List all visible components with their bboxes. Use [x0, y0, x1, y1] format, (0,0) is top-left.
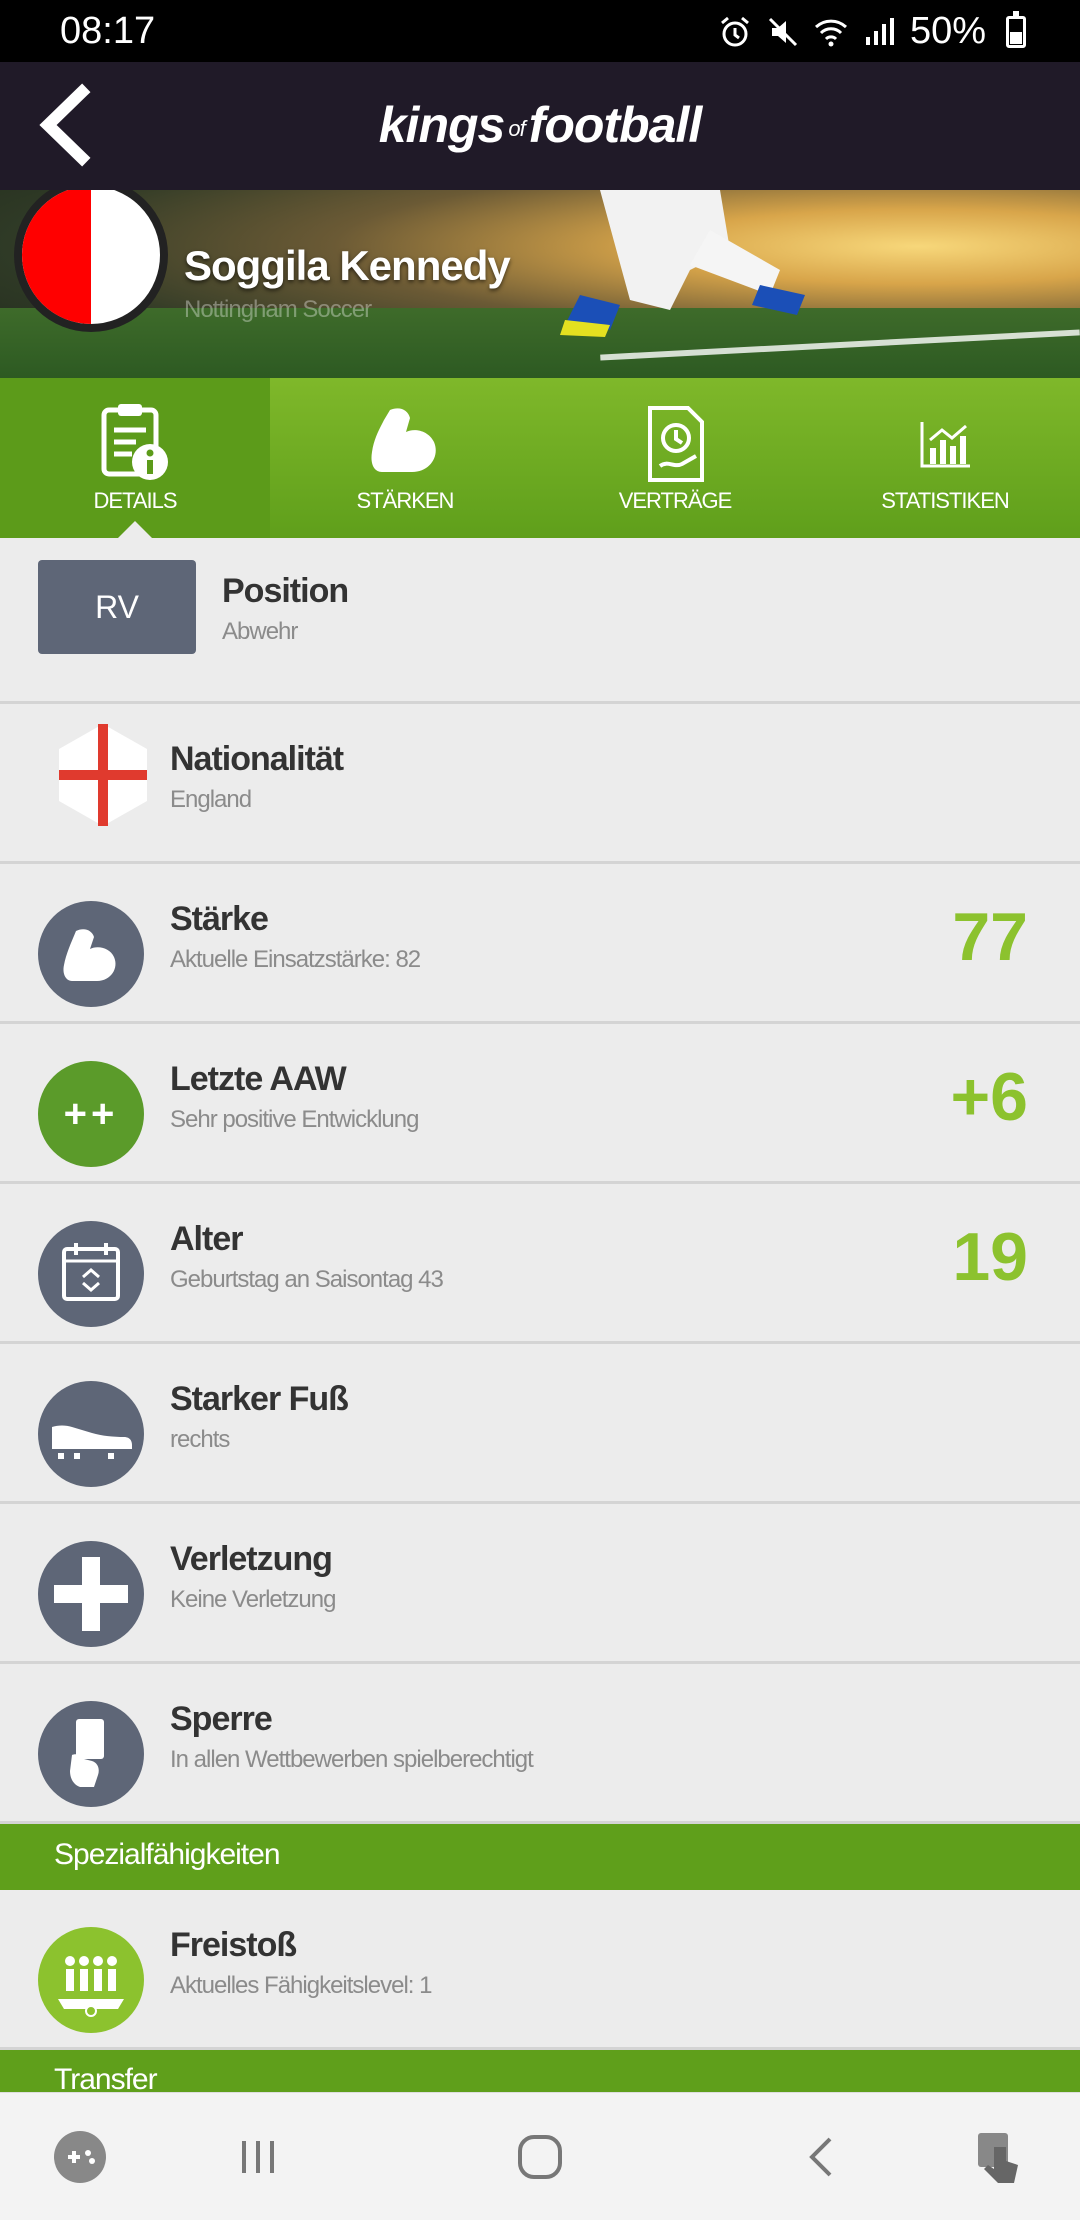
position-sub: Abwehr: [222, 618, 298, 645]
row-suspension: Sperre In allen Wettbewerben spielberech…: [0, 1664, 1080, 1824]
tab-statistiken[interactable]: STATISTIKEN: [810, 378, 1080, 538]
status-icons: 50%: [718, 10, 1026, 53]
position-title: Position: [222, 572, 349, 610]
age-sub: Geburtstag an Saisontag 43: [170, 1266, 444, 1293]
aaw-circle: ++: [38, 1061, 144, 1167]
tab-bar: DETAILS STÄRKEN VERTRÄGE STATISTIKEN: [0, 378, 1080, 538]
age-value: 19: [952, 1219, 1028, 1295]
system-nav-bar: [0, 2092, 1080, 2220]
injury-sub: Keine Verletzung: [170, 1586, 336, 1613]
suspension-title: Sperre: [170, 1700, 273, 1738]
row-skill-freistoss: Freistoß Aktuelles Fähigkeitslevel: 1: [0, 1890, 1080, 2050]
row-age: Alter Geburtstag an Saisontag 43 19: [0, 1184, 1080, 1344]
age-circle: [38, 1221, 144, 1327]
tab-staerken[interactable]: STÄRKEN: [270, 378, 540, 538]
gamepad-icon: [54, 2131, 106, 2183]
status-time: 08:17: [60, 10, 156, 52]
plus-plus-icon: ++: [63, 1091, 119, 1136]
tab-staerken-label: STÄRKEN: [356, 488, 455, 513]
strength-value: 77: [952, 899, 1028, 975]
home-button[interactable]: [510, 2127, 570, 2187]
app-logo: kings offootball: [378, 97, 702, 153]
player-photo: [560, 190, 805, 337]
foot-sub: rechts: [170, 1426, 230, 1453]
details-icon: [101, 404, 168, 480]
tab-statistiken-label: STATISTIKEN: [881, 488, 1010, 513]
england-flag-icon: [59, 724, 147, 826]
nationality-title: Nationalität: [170, 740, 344, 778]
tab-vertraege[interactable]: VERTRÄGE: [540, 378, 810, 538]
recent-apps-icon: [242, 2141, 274, 2173]
age-title: Alter: [170, 1220, 243, 1258]
row-position: RV Position Abwehr: [0, 538, 1080, 704]
position-badge: RV: [38, 560, 196, 654]
back-icon: [809, 2137, 832, 2177]
calendar-icon: [62, 1243, 120, 1301]
transfer-header: Transfer: [0, 2050, 1080, 2096]
strength-circle: [38, 901, 144, 1007]
foot-title: Starker Fuß: [170, 1380, 349, 1418]
aaw-title: Letzte AAW: [170, 1060, 347, 1098]
boot-icon: [52, 1425, 132, 1459]
contract-icon: [648, 406, 704, 482]
row-nationality: Nationalität England: [0, 704, 1080, 864]
row-strength: Stärke Aktuelle Einsatzstärke: 82 77: [0, 864, 1080, 1024]
tab-vertraege-label: VERTRÄGE: [618, 488, 733, 513]
wifi-icon: [814, 19, 847, 46]
injury-title: Verletzung: [170, 1540, 333, 1578]
status-bar: 08:17 50%: [0, 0, 1080, 62]
row-strong-foot: Starker Fuß rechts: [0, 1344, 1080, 1504]
tab-details-label: DETAILS: [93, 488, 177, 513]
row-injury: Verletzung Keine Verletzung: [0, 1504, 1080, 1664]
medical-cross-icon: [54, 1557, 128, 1631]
strength-title: Stärke: [170, 900, 269, 938]
skill-sub: Aktuelles Fähigkeitslevel: 1: [170, 1972, 432, 1999]
game-launcher-button[interactable]: [50, 2127, 110, 2187]
card-hand-icon: [70, 1719, 104, 1787]
suspension-sub: In allen Wettbewerben spielberechtigt: [170, 1746, 534, 1773]
nationality-sub: England: [170, 786, 252, 813]
special-skills-header: Spezialfähigkeiten: [0, 1824, 1080, 1890]
player-details-list: RV Position Abwehr Nationalität England …: [0, 538, 1080, 2096]
touch-icon: [978, 2133, 1018, 2183]
battery-icon: [1006, 10, 1026, 48]
row-last-aaw: ++ Letzte AAW Sehr positive Entwicklung …: [0, 1024, 1080, 1184]
recent-apps-button[interactable]: [228, 2127, 288, 2187]
touch-assist-button[interactable]: [970, 2127, 1030, 2187]
suspension-circle: [38, 1701, 144, 1807]
foot-circle: [38, 1381, 144, 1487]
app-header: kings offootball: [0, 62, 1080, 190]
battery-percent: 50%: [909, 10, 986, 52]
alarm-icon: [720, 16, 749, 46]
signal-icon: [865, 17, 894, 45]
player-banner: Soggila Kennedy Nottingham Soccer: [0, 190, 1080, 378]
system-back-button[interactable]: [792, 2127, 852, 2187]
injury-circle: [38, 1541, 144, 1647]
aaw-value: +6: [950, 1059, 1028, 1135]
mute-icon: [768, 17, 797, 46]
aaw-sub: Sehr positive Entwicklung: [170, 1106, 419, 1133]
tab-details[interactable]: DETAILS: [0, 378, 270, 538]
freekick-wall-icon: [58, 1956, 124, 2017]
strength-icon: [371, 408, 436, 472]
arm-icon: [63, 929, 116, 981]
strength-sub: Aktuelle Einsatzstärke: 82: [170, 946, 421, 973]
statistics-icon: [920, 422, 970, 468]
home-icon: [518, 2135, 562, 2179]
freekick-circle: [38, 1927, 144, 2033]
player-name: Soggila Kennedy: [184, 242, 511, 289]
skill-title: Freistoß: [170, 1926, 297, 1964]
player-club: Nottingham Soccer: [184, 296, 372, 323]
